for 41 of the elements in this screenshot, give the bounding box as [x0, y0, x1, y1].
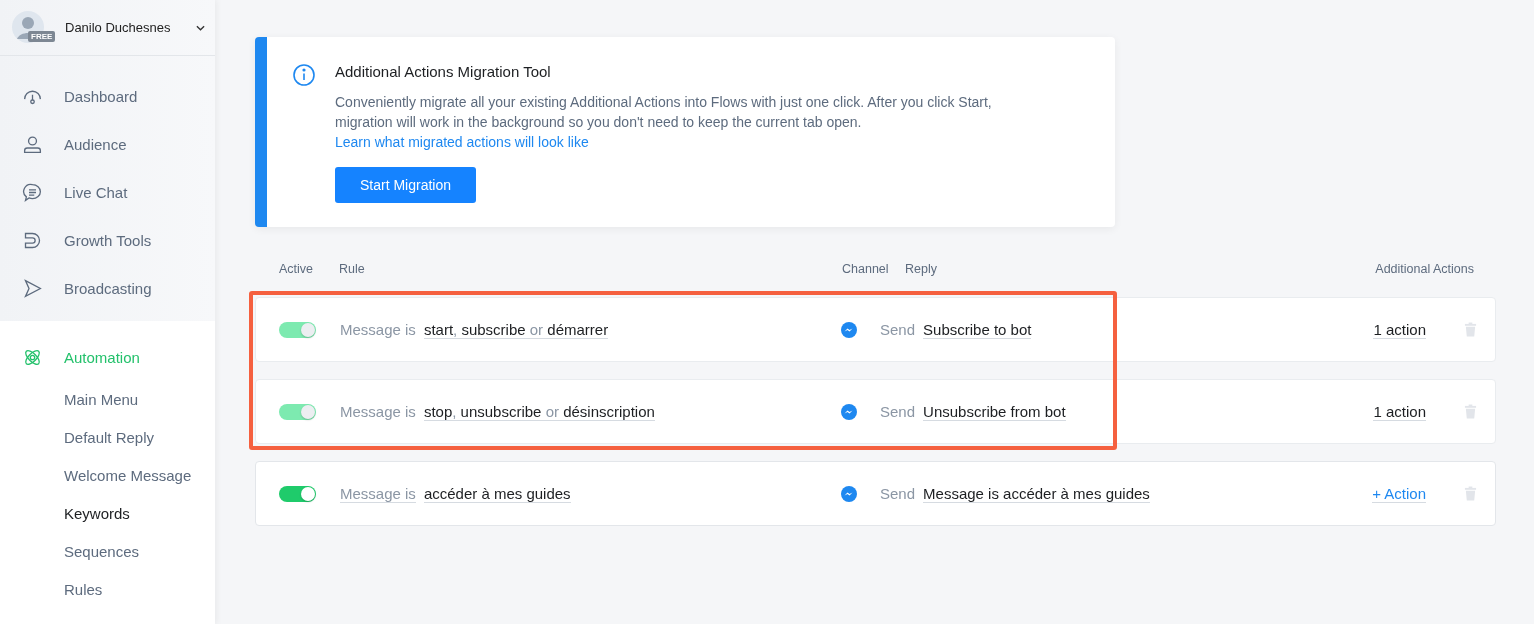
column-header: Reply: [905, 262, 937, 276]
plan-badge: FREE: [28, 30, 56, 42]
trash-icon[interactable]: [1464, 486, 1477, 501]
nav-item[interactable]: Broadcasting: [0, 264, 215, 312]
add-action-link[interactable]: + Action: [1372, 484, 1426, 503]
column-header: Channel: [842, 262, 889, 276]
submenu-item[interactable]: Default Reply: [0, 419, 215, 457]
submenu-item[interactable]: Rules: [0, 571, 215, 609]
learn-more-link[interactable]: Learn what migrated actions will look like: [335, 134, 589, 150]
nav-item[interactable]: Dashboard: [0, 72, 215, 120]
nav-item[interactable]: Live Chat: [0, 168, 215, 216]
nav-item[interactable]: Audience: [0, 120, 215, 168]
submenu-item[interactable]: Keywords: [0, 495, 215, 533]
chat-bubble-icon: [22, 181, 43, 203]
send-icon: [22, 277, 43, 299]
banner-text: Conveniently migrate all your existing Additional Actions into Flows with just one click. After you click Start, migration will work in the background so you don't need to keep the current tab open.: [335, 93, 993, 132]
rule-condition: Message is: [340, 321, 416, 338]
column-header: Rule: [339, 262, 365, 276]
send-label: Send: [880, 485, 916, 502]
submenu-item[interactable]: Main Menu: [0, 381, 215, 419]
toggle-switch[interactable]: [279, 485, 316, 502]
reply-link[interactable]: Message is accéder à mes guides: [923, 484, 1150, 503]
chevron-down-icon[interactable]: [196, 24, 205, 31]
submenu-item[interactable]: Welcome Message: [0, 457, 215, 495]
keyword-list[interactable]: accéder à mes guides: [423, 484, 571, 503]
messenger-icon: [841, 321, 857, 338]
nav-item[interactable]: Growth Tools: [0, 216, 215, 264]
messenger-icon: [841, 403, 857, 420]
rule-condition: Message is: [340, 403, 416, 420]
start-migration-button[interactable]: Start Migration: [335, 167, 477, 203]
account-name: Danilo Duchesnes: [65, 20, 172, 35]
column-header: Additional Actions: [1375, 262, 1474, 276]
messenger-icon: [841, 485, 857, 502]
send-label: Send: [880, 321, 916, 338]
column-header: Active: [279, 262, 314, 276]
person-icon: [22, 133, 43, 155]
banner-title: Additional Actions Migration Tool: [335, 63, 552, 80]
send-label: Send: [880, 403, 916, 420]
rule-condition[interactable]: Message is: [340, 484, 416, 503]
info-icon: [292, 63, 316, 87]
submenu-item[interactable]: Sequences: [0, 533, 215, 571]
